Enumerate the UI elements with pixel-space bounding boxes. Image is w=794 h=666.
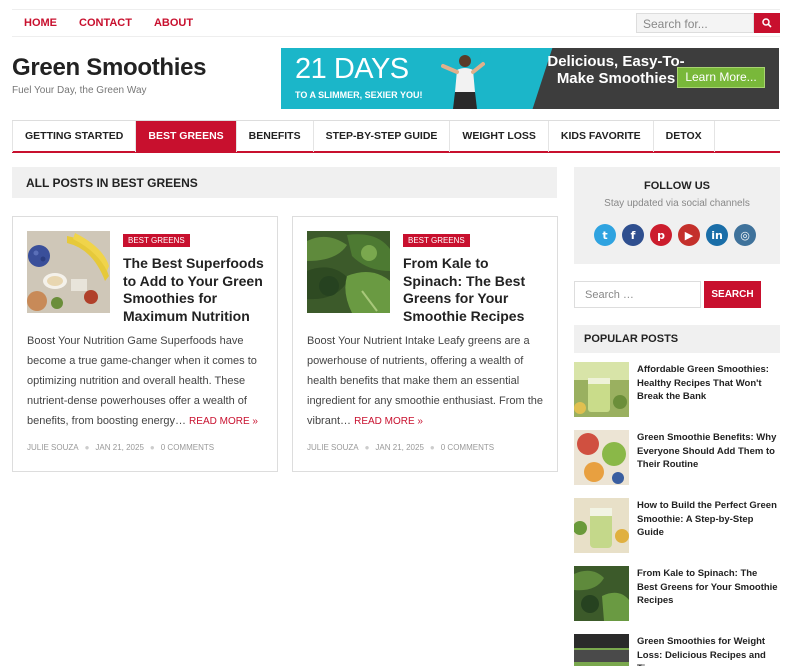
top-search-button[interactable]: [754, 13, 780, 33]
nav-benefits[interactable]: BENEFITS: [237, 121, 314, 152]
post-title[interactable]: The Best Superfoods to Add to Your Green…: [123, 255, 268, 325]
nav-kids-favorite[interactable]: KIDS FAVORITE: [549, 121, 654, 152]
popular-post-item: Green Smoothie Benefits: Why Everyone Sh…: [574, 430, 780, 485]
pinterest-icon[interactable]: p: [650, 224, 672, 246]
banner-slim: TO A SLIMMER, SEXIER YOU!: [295, 90, 423, 100]
post-date: JAN 21, 2025: [375, 443, 424, 452]
post-comments[interactable]: 0 COMMENTS: [441, 443, 494, 452]
post-excerpt-text: Boost Your Nutrient Intake Leafy greens …: [307, 335, 544, 427]
popular-post-thumbnail[interactable]: [574, 498, 629, 553]
popular-post-thumbnail[interactable]: [574, 566, 629, 621]
post-excerpt-text: Boost Your Nutrition Game Superfoods hav…: [27, 335, 257, 427]
greens-image: [307, 231, 390, 313]
follow-heading: FOLLOW US: [644, 180, 710, 192]
popular-post-title[interactable]: Green Smoothies for Weight Loss: Delicio…: [637, 635, 780, 666]
popular-posts-heading: POPULAR POSTS: [574, 325, 780, 353]
popular-post-thumbnail[interactable]: [574, 430, 629, 485]
popular-post-item: Green Smoothies for Weight Loss: Delicio…: [574, 634, 780, 666]
site-tagline: Fuel Your Day, the Green Way: [12, 85, 147, 96]
popular-post-item: From Kale to Spinach: The Best Greens fo…: [574, 566, 780, 621]
youtube-icon[interactable]: ▶: [678, 224, 700, 246]
post-comments[interactable]: 0 COMMENTS: [161, 443, 214, 452]
popular-post-item: Affordable Green Smoothies: Healthy Reci…: [574, 362, 780, 417]
search-icon: [762, 18, 772, 28]
sidebar-search-button[interactable]: SEARCH: [704, 281, 761, 308]
top-nav: HOME CONTACT ABOUT: [24, 17, 193, 29]
popular-post-thumbnail[interactable]: [574, 362, 629, 417]
popular-post-title[interactable]: Green Smoothie Benefits: Why Everyone Sh…: [637, 431, 780, 472]
post-card: BEST GREENS The Best Superfoods to Add t…: [12, 216, 278, 472]
main-nav: GETTING STARTED BEST GREENS BENEFITS STE…: [12, 120, 780, 153]
twitter-icon[interactable]: t: [594, 224, 616, 246]
sidebar-search: Search … SEARCH: [574, 281, 761, 308]
follow-subtitle: Stay updated via social channels: [604, 198, 750, 209]
popular-post-title[interactable]: How to Build the Perfect Green Smoothie:…: [637, 499, 780, 540]
banner-days: 21 DAYS: [295, 53, 409, 85]
follow-us-widget: FOLLOW US Stay updated via social channe…: [574, 167, 780, 264]
post-author[interactable]: JULIE SOUZA: [27, 443, 79, 452]
category-badge[interactable]: BEST GREENS: [123, 234, 190, 247]
instagram-icon[interactable]: ◎: [734, 224, 756, 246]
post-excerpt: Boost Your Nutrient Intake Leafy greens …: [307, 331, 547, 432]
superfoods-image: [27, 231, 110, 313]
post-excerpt: Boost Your Nutrition Game Superfoods hav…: [27, 331, 267, 432]
nav-weight-loss[interactable]: WEIGHT LOSS: [450, 121, 549, 152]
post-thumbnail-greens[interactable]: [307, 231, 390, 313]
top-nav-home-link[interactable]: HOME: [24, 17, 57, 29]
nav-getting-started[interactable]: GETTING STARTED: [12, 121, 137, 152]
popular-post-title[interactable]: From Kale to Spinach: The Best Greens fo…: [637, 567, 780, 608]
post-meta: JULIE SOUZA ● JAN 21, 2025 ● 0 COMMENTS: [27, 443, 215, 452]
facebook-icon[interactable]: f: [622, 224, 644, 246]
post-thumbnail-superfoods[interactable]: [27, 231, 110, 313]
promo-banner[interactable]: 21 DAYS TO A SLIMMER, SEXIER YOU! Delici…: [281, 48, 779, 109]
linkedin-icon[interactable]: in: [706, 224, 728, 246]
popular-post-title[interactable]: Affordable Green Smoothies: Healthy Reci…: [637, 363, 780, 404]
read-more-link[interactable]: READ MORE »: [189, 416, 258, 427]
post-meta: JULIE SOUZA ● JAN 21, 2025 ● 0 COMMENTS: [307, 443, 495, 452]
top-nav-contact-link[interactable]: CONTACT: [79, 17, 132, 29]
banner-headline: Delicious, Easy-To-Make Smoothies: [547, 53, 685, 87]
top-bar: HOME CONTACT ABOUT Search for...: [12, 9, 780, 37]
top-search: Search for...: [636, 13, 780, 33]
site-title[interactable]: Green Smoothies: [12, 54, 207, 82]
popular-post-item: How to Build the Perfect Green Smoothie:…: [574, 498, 780, 553]
post-date: JAN 21, 2025: [95, 443, 144, 452]
sidebar-search-input[interactable]: Search …: [574, 281, 701, 308]
top-search-input[interactable]: Search for...: [636, 13, 754, 33]
nav-detox[interactable]: DETOX: [654, 121, 715, 152]
social-icons: t f p ▶ in ◎: [594, 224, 756, 246]
nav-best-greens[interactable]: BEST GREENS: [136, 121, 237, 152]
post-title[interactable]: From Kale to Spinach: The Best Greens fo…: [403, 255, 548, 325]
category-badge[interactable]: BEST GREENS: [403, 234, 470, 247]
woman-runner-image: [441, 55, 485, 109]
top-nav-about-link[interactable]: ABOUT: [154, 17, 193, 29]
read-more-link[interactable]: READ MORE »: [354, 416, 423, 427]
post-card: BEST GREENS From Kale to Spinach: The Be…: [292, 216, 558, 472]
popular-post-thumbnail[interactable]: [574, 634, 629, 666]
post-author[interactable]: JULIE SOUZA: [307, 443, 359, 452]
archive-title: ALL POSTS IN BEST GREENS: [12, 167, 557, 198]
nav-step-by-step-guide[interactable]: STEP-BY-STEP GUIDE: [314, 121, 451, 152]
banner-learn-more-button[interactable]: Learn More...: [677, 67, 765, 88]
